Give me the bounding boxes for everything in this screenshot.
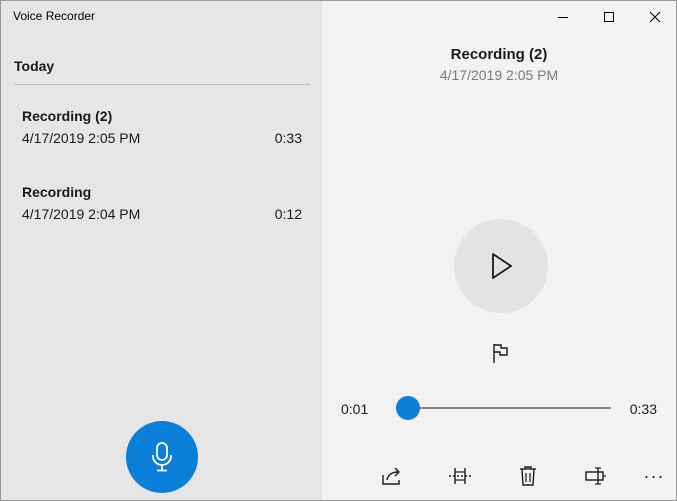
- recording-list-item[interactable]: Recording (2) 4/17/2019 2:05 PM 0:33: [1, 108, 322, 170]
- minimize-button[interactable]: [540, 1, 586, 33]
- close-icon: [649, 11, 661, 23]
- minimize-icon: [558, 17, 568, 18]
- recording-list-item[interactable]: Recording 4/17/2019 2:04 PM 0:12: [1, 184, 322, 246]
- current-time: 0:01: [341, 401, 369, 417]
- playback-slider-thumb[interactable]: [396, 396, 421, 420]
- delete-button[interactable]: [512, 461, 544, 491]
- play-icon: [492, 253, 512, 279]
- rename-button[interactable]: [580, 461, 612, 491]
- app-title: Voice Recorder: [13, 9, 96, 23]
- flag-icon: [493, 344, 508, 363]
- maximize-icon: [604, 12, 614, 22]
- group-header-today: Today: [14, 58, 55, 74]
- close-button[interactable]: [632, 1, 677, 33]
- play-button[interactable]: [454, 219, 548, 313]
- add-marker-button[interactable]: [487, 339, 515, 367]
- total-time: 0:33: [629, 401, 657, 417]
- playback-pane: Recording (2) 4/17/2019 2:05 PM 0:01 0:3…: [322, 1, 676, 500]
- trim-button[interactable]: [444, 461, 476, 491]
- share-icon: [382, 467, 400, 485]
- rename-icon: [585, 467, 606, 485]
- group-divider: [14, 84, 310, 85]
- recording-duration: 0:33: [274, 130, 302, 146]
- trim-icon: [449, 468, 471, 484]
- more-icon: ···: [643, 466, 665, 486]
- microphone-icon: [152, 442, 172, 472]
- record-button[interactable]: [126, 421, 198, 493]
- recording-duration: 0:12: [274, 206, 302, 222]
- recording-date: 4/17/2019 2:04 PM: [22, 206, 141, 222]
- playback-slider-track[interactable]: [396, 407, 611, 409]
- delete-icon: [520, 466, 536, 486]
- recordings-pane: Voice Recorder Today Recording (2) 4/17/…: [1, 1, 322, 500]
- recording-date-subtitle: 4/17/2019 2:05 PM: [439, 67, 559, 83]
- voice-recorder-window: Voice Recorder Today Recording (2) 4/17/…: [0, 0, 677, 501]
- maximize-button[interactable]: [586, 1, 632, 33]
- more-options-button[interactable]: ···: [638, 461, 670, 491]
- share-button[interactable]: [376, 461, 408, 491]
- recording-name: Recording: [22, 184, 92, 200]
- recording-title: Recording (2): [450, 46, 548, 63]
- recording-name: Recording (2): [22, 108, 113, 124]
- recording-date: 4/17/2019 2:05 PM: [22, 130, 141, 146]
